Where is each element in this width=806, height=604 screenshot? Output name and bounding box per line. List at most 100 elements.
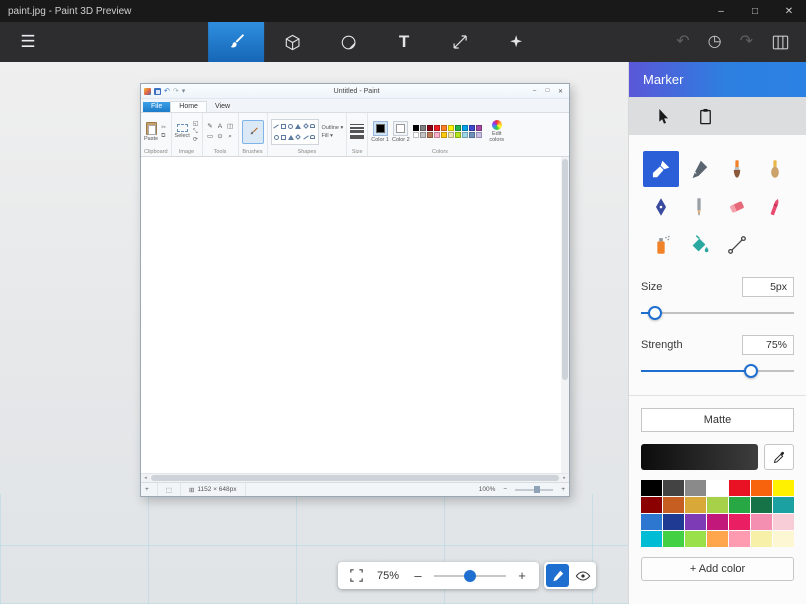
zoom-in-button[interactable]: +: [515, 568, 529, 583]
strength-slider-thumb[interactable]: [744, 364, 758, 378]
crop-icon: ◱: [193, 121, 199, 127]
strength-input[interactable]: 75%: [742, 335, 794, 355]
clipboard-icon[interactable]: [696, 107, 715, 126]
size-slider-thumb[interactable]: [648, 306, 662, 320]
maximize-button[interactable]: □: [738, 0, 772, 22]
art-tool-crayon[interactable]: [757, 189, 793, 225]
art-tool-watercolor[interactable]: [757, 151, 793, 187]
view-mode-button[interactable]: [571, 564, 594, 587]
draw-mode-button[interactable]: [546, 564, 569, 587]
color-swatch[interactable]: [469, 132, 475, 138]
color-swatch[interactable]: [476, 125, 482, 131]
color-swatch[interactable]: [729, 497, 750, 513]
strength-slider[interactable]: [641, 363, 794, 379]
art-tool-marker[interactable]: [643, 151, 679, 187]
color-swatch[interactable]: [441, 125, 447, 131]
art-tool-spray-can[interactable]: [643, 227, 679, 263]
color-swatch[interactable]: [729, 514, 750, 530]
minimize-button[interactable]: –: [704, 0, 738, 22]
color-swatch[interactable]: [663, 531, 684, 547]
cube-icon: [283, 33, 302, 52]
zoom-slider-thumb[interactable]: [464, 570, 476, 582]
color-swatch[interactable]: [427, 125, 433, 131]
color-swatch[interactable]: [641, 531, 662, 547]
oil-brush-icon: [726, 158, 748, 180]
color-swatch[interactable]: [707, 497, 728, 513]
art-tool-pencil[interactable]: [681, 189, 717, 225]
workspace[interactable]: ↶ ↷ ▾ Untitled - Paint – □ ✕ File Home V…: [0, 62, 628, 604]
art-tool-line[interactable]: [719, 227, 755, 263]
color-swatch[interactable]: [448, 125, 454, 131]
color-swatch[interactable]: [685, 497, 706, 513]
art-tool-calligraphy-pen[interactable]: [681, 151, 717, 187]
eyedropper-icon: [772, 450, 787, 465]
color-swatch[interactable]: [707, 531, 728, 547]
color-swatch[interactable]: [751, 497, 772, 513]
color-swatch[interactable]: [729, 531, 750, 547]
color-swatch[interactable]: [413, 125, 419, 131]
color-swatch[interactable]: [441, 132, 447, 138]
color-swatch[interactable]: [641, 497, 662, 513]
undo-button[interactable]: ↶: [676, 34, 689, 50]
color-swatch[interactable]: [413, 132, 419, 138]
tab-canvas[interactable]: [432, 22, 488, 62]
eyedropper-button[interactable]: [764, 444, 794, 470]
canvas-image-paint-window[interactable]: ↶ ↷ ▾ Untitled - Paint – □ ✕ File Home V…: [140, 83, 570, 497]
redo-button[interactable]: ↷: [740, 34, 753, 50]
art-tool-fill[interactable]: [681, 227, 717, 263]
color-swatch[interactable]: [685, 514, 706, 530]
art-tool-pixel-pen[interactable]: [643, 189, 679, 225]
color-swatch[interactable]: [663, 514, 684, 530]
art-tool-oil-brush[interactable]: [719, 151, 755, 187]
zoom-slider[interactable]: [434, 569, 506, 583]
color-swatch[interactable]: [707, 514, 728, 530]
color-swatch[interactable]: [663, 480, 684, 496]
color-swatch[interactable]: [476, 132, 482, 138]
color-swatch[interactable]: [427, 132, 433, 138]
color-swatch[interactable]: [462, 125, 468, 131]
color-swatch[interactable]: [641, 480, 662, 496]
color-swatch[interactable]: [420, 125, 426, 131]
color-swatch[interactable]: [773, 480, 794, 496]
color-swatch[interactable]: [729, 480, 750, 496]
color-swatch[interactable]: [469, 125, 475, 131]
color-swatch[interactable]: [773, 514, 794, 530]
color-swatch[interactable]: [448, 132, 454, 138]
color-swatch[interactable]: [420, 132, 426, 138]
color-swatch[interactable]: [641, 514, 662, 530]
save-icon: [154, 88, 161, 95]
close-button[interactable]: ✕: [772, 0, 806, 22]
3d-library-icon[interactable]: [771, 33, 790, 52]
color-swatch[interactable]: [773, 531, 794, 547]
zoom-out-button[interactable]: –: [411, 568, 425, 583]
tab-stickers[interactable]: [320, 22, 376, 62]
color-swatch[interactable]: [462, 132, 468, 138]
finish-dropdown[interactable]: Matte: [641, 408, 794, 432]
current-color-preview[interactable]: [641, 444, 758, 470]
tab-effects[interactable]: [488, 22, 544, 62]
add-color-button[interactable]: + Add color: [641, 557, 794, 581]
size-slider[interactable]: [641, 305, 794, 321]
color-swatch[interactable]: [455, 125, 461, 131]
color-swatch[interactable]: [751, 531, 772, 547]
size-input[interactable]: 5px: [742, 277, 794, 297]
color-swatch[interactable]: [773, 497, 794, 513]
color-swatch[interactable]: [685, 531, 706, 547]
select-cursor-icon[interactable]: [653, 107, 672, 126]
crop-select-icon[interactable]: [348, 567, 365, 584]
menu-button[interactable]: ☰: [0, 22, 56, 62]
tab-3d[interactable]: [264, 22, 320, 62]
color-swatch[interactable]: [751, 480, 772, 496]
shapes-gallery: [271, 119, 319, 145]
art-tool-eraser[interactable]: [719, 189, 755, 225]
color-swatch[interactable]: [434, 125, 440, 131]
color-swatch[interactable]: [707, 480, 728, 496]
tab-art-tools[interactable]: [208, 22, 264, 62]
color-swatch[interactable]: [663, 497, 684, 513]
color-swatch[interactable]: [455, 132, 461, 138]
color-swatch[interactable]: [434, 132, 440, 138]
tab-text[interactable]: T: [376, 22, 432, 62]
history-button[interactable]: ◷: [708, 34, 722, 50]
color-swatch[interactable]: [751, 514, 772, 530]
color-swatch[interactable]: [685, 480, 706, 496]
